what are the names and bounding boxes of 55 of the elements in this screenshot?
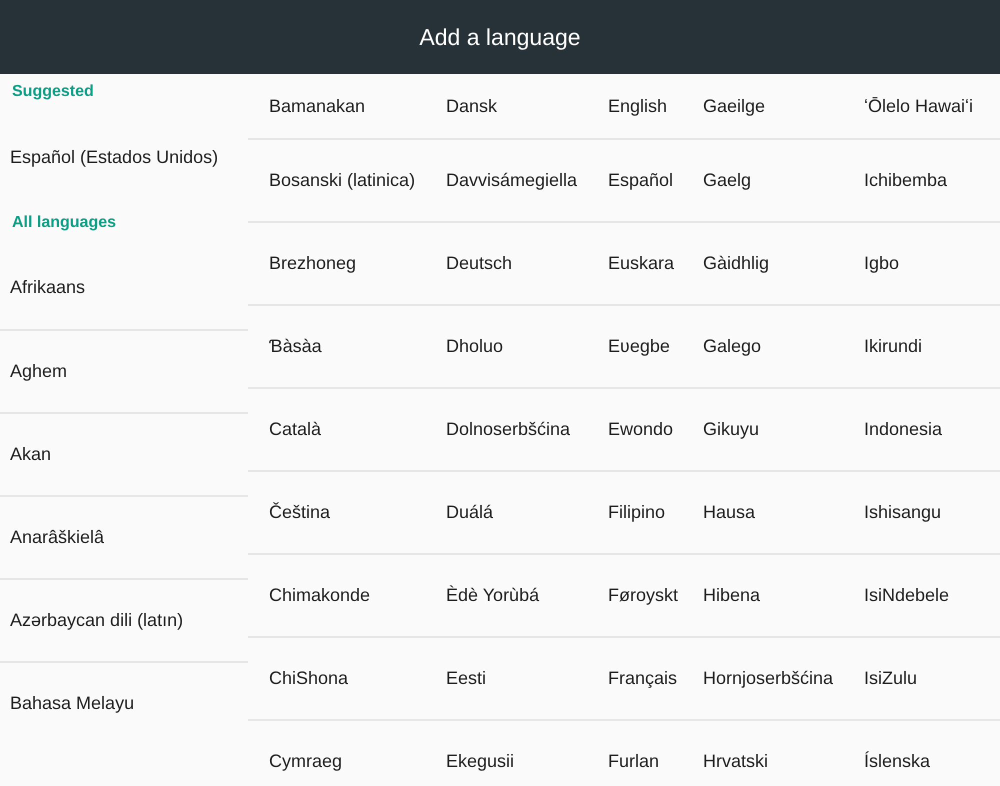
language-item[interactable]: Furlan: [608, 751, 660, 771]
language-item[interactable]: Ikirundi: [864, 336, 922, 356]
language-item[interactable]: Ekegusii: [446, 751, 514, 771]
language-item[interactable]: Ichibemba: [864, 170, 948, 190]
language-item[interactable]: ʻŌlelo Hawaiʻi: [864, 96, 974, 116]
language-item[interactable]: Galego: [703, 336, 762, 356]
language-item[interactable]: Filipino: [608, 502, 666, 522]
language-item[interactable]: Gikuyu: [703, 419, 760, 439]
section-heading: Suggested: [11, 82, 95, 102]
language-item[interactable]: Čeština: [269, 502, 330, 522]
language-item[interactable]: Hausa: [703, 502, 756, 522]
language-item[interactable]: Bamanakan: [269, 96, 366, 116]
language-item[interactable]: Føroyskt: [608, 585, 678, 605]
language-item[interactable]: Eʋegbe: [608, 336, 670, 356]
language-item[interactable]: Ewondo: [608, 419, 674, 439]
language-item[interactable]: Deutsch: [446, 253, 512, 273]
language-item[interactable]: Bahasa Melayu: [0, 661, 248, 744]
language-item[interactable]: Brezhoneg: [269, 253, 356, 273]
language-item[interactable]: Èdè Yorùbá: [446, 585, 540, 605]
language-item[interactable]: Azərbaycan dili (latın): [0, 578, 248, 661]
language-item[interactable]: Afrikaans: [0, 246, 248, 329]
language-item[interactable]: Davvisámegiella: [446, 170, 578, 190]
language-item[interactable]: Gàidhlig: [703, 253, 770, 273]
language-item[interactable]: Eesti: [446, 668, 486, 688]
language-item[interactable]: Aghem: [0, 329, 248, 412]
language-item[interactable]: Euskara: [608, 253, 674, 273]
language-item[interactable]: Dolnoserbšćina: [446, 419, 570, 439]
language-item[interactable]: Indonesia: [864, 419, 942, 439]
language-item[interactable]: Igbo: [864, 253, 900, 273]
language-item[interactable]: ChiShona: [269, 668, 348, 688]
language-item[interactable]: Akan: [0, 412, 248, 495]
language-item[interactable]: Anarâškielâ: [0, 495, 248, 578]
language-item[interactable]: IsiNdebele: [864, 585, 950, 605]
language-item[interactable]: Hrvatski: [703, 751, 768, 771]
language-item[interactable]: Duálá: [446, 502, 494, 522]
language-item[interactable]: Dholuo: [446, 336, 504, 356]
language-item[interactable]: Hibena: [703, 585, 760, 605]
language-item[interactable]: Gaeilge: [703, 96, 766, 116]
language-item[interactable]: Dansk: [446, 96, 498, 116]
language-item[interactable]: Íslenska: [864, 751, 930, 771]
language-item[interactable]: Español: [608, 170, 674, 190]
language-item[interactable]: Bosanski (latinica): [269, 170, 416, 190]
language-item[interactable]: Chimakonde: [269, 585, 370, 605]
language-item[interactable]: IsiZulu: [864, 668, 918, 688]
language-item[interactable]: Ishisangu: [864, 502, 942, 522]
language-item[interactable]: Français: [608, 668, 678, 688]
language-item[interactable]: Hornjoserbšćina: [703, 668, 834, 688]
language-item[interactable]: Cymraeg: [269, 751, 342, 771]
language-item[interactable]: English: [608, 96, 668, 116]
page-title: Add a language: [419, 24, 581, 50]
language-item[interactable]: Español (Estados Unidos): [0, 114, 248, 200]
language-item[interactable]: Català: [269, 419, 322, 439]
language-item[interactable]: Gaelg: [703, 170, 752, 190]
section-heading: All languages: [11, 213, 118, 233]
language-item[interactable]: Ɓàsàa: [269, 336, 322, 356]
